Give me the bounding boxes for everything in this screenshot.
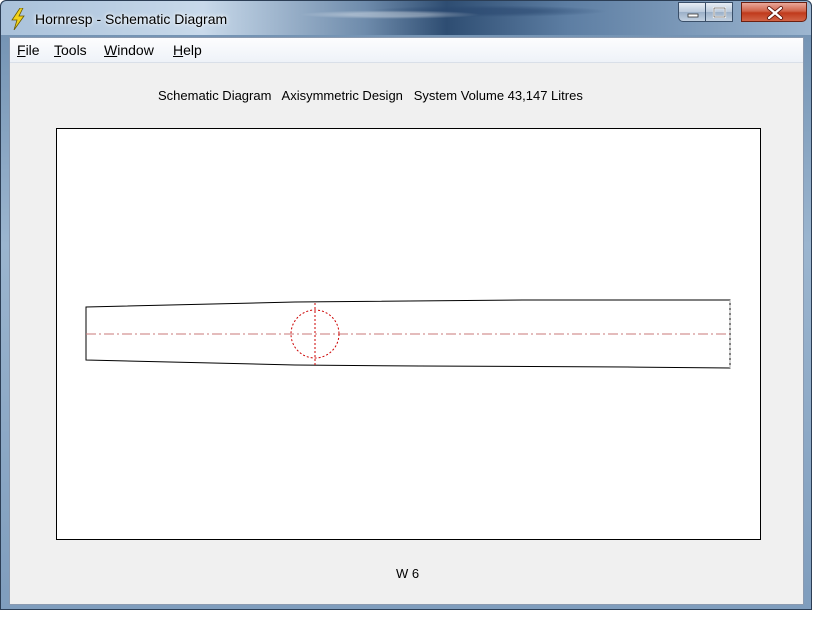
menu-bar: File Tools Window Help (10, 38, 803, 63)
menu-tools-mnemonic: T (54, 42, 61, 58)
maximize-button[interactable] (706, 2, 733, 22)
close-icon (767, 6, 783, 20)
diagram-heading: Schematic Diagram Axisymmetric Design Sy… (158, 88, 583, 103)
menu-file-label: ile (25, 42, 40, 58)
client-area: File Tools Window Help Schematic Diagram… (9, 37, 804, 605)
menu-help[interactable]: Help (173, 42, 202, 58)
lightning-icon[interactable] (9, 8, 27, 30)
menu-tools[interactable]: Tools (54, 42, 87, 58)
menu-window[interactable]: Window (104, 42, 154, 58)
window-title: Hornresp - Schematic Diagram (35, 11, 228, 27)
title-bar[interactable]: Hornresp - Schematic Diagram (1, 1, 811, 35)
menu-help-label: elp (183, 42, 202, 58)
menu-file[interactable]: File (17, 42, 40, 58)
schematic-canvas (56, 128, 761, 540)
minimize-button[interactable] (678, 2, 706, 22)
schematic-drawing (85, 299, 731, 369)
menu-window-label: indow (117, 42, 154, 58)
menu-window-mnemonic: W (104, 42, 118, 58)
menu-help-mnemonic: H (173, 42, 184, 58)
close-button[interactable] (741, 2, 807, 22)
footer-label: W 6 (395, 566, 420, 581)
app-window: Hornresp - Schematic Diagram File Tools … (0, 0, 812, 610)
minimize-icon (687, 13, 699, 18)
menu-file-mnemonic: F (17, 42, 26, 58)
menu-tools-label: ools (61, 42, 87, 58)
maximize-icon (712, 6, 727, 19)
